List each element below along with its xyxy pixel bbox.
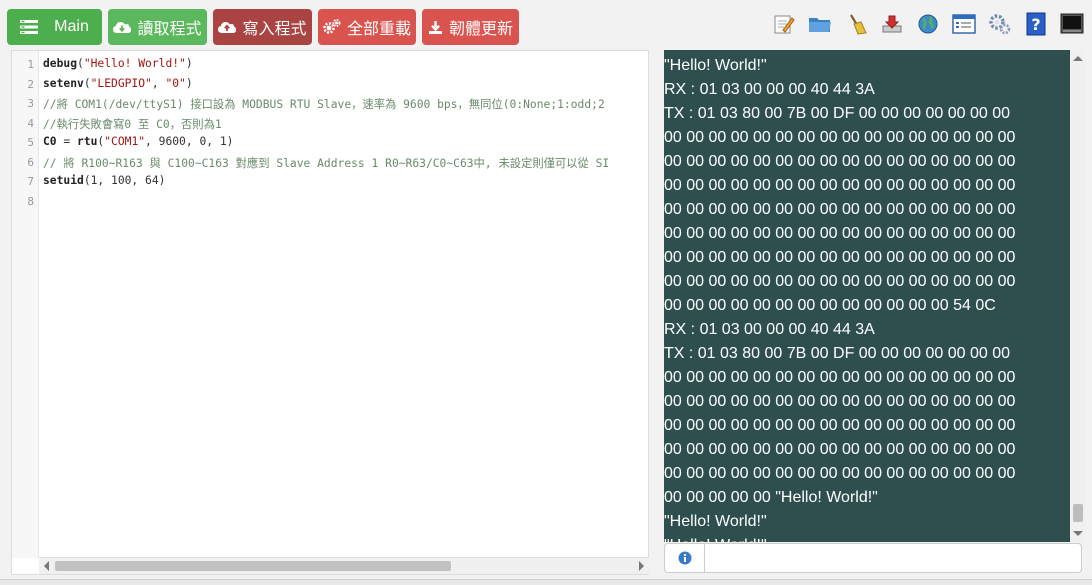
code-line[interactable]: setenv("LEDGPIO", "0") <box>43 77 193 90</box>
console-line: RX : 01 03 00 00 00 40 44 3A <box>664 321 875 338</box>
console-line: "Hello! World!" <box>664 513 767 530</box>
code-punct: = <box>56 135 78 148</box>
code-punct: (1, 100, 64) <box>83 174 166 187</box>
terminal-icon[interactable] <box>1060 12 1084 36</box>
line-number-gutter: 1 2 3 4 5 6 7 8 <box>12 51 39 558</box>
console-line: 00 00 00 00 00 00 00 00 00 00 00 00 00 0… <box>664 201 1016 218</box>
line-number: 6 <box>27 156 34 169</box>
code-comment[interactable]: // 將 R100~R163 與 C100~C163 對應到 Slave Add… <box>43 155 609 171</box>
code-punct: ( <box>83 77 91 90</box>
write-program-label: 寫入程式 <box>242 19 307 38</box>
firmware-update-button[interactable]: 韌體更新 <box>422 9 519 45</box>
line-number: 8 <box>27 195 34 208</box>
code-string: "LEDGPIO" <box>90 77 152 90</box>
code-comment[interactable]: //將 COM1(/dev/ttyS1) 接口設為 MODBUS RTU Sla… <box>43 96 605 112</box>
status-bar <box>0 579 1092 585</box>
code-punct: ( <box>77 57 84 70</box>
help-icon[interactable]: ? <box>1024 12 1048 36</box>
scroll-left-icon[interactable] <box>44 561 49 571</box>
main-menu-button[interactable]: Main <box>7 9 102 45</box>
code-punct: , <box>151 77 166 90</box>
toolbar: Main 讀取程式 寫入程式 全部重載 韌體更新 ? <box>0 0 1092 50</box>
console-line: 00 00 00 00 00 00 00 00 00 00 00 00 00 0… <box>664 273 1016 290</box>
vertical-scroll-thumb[interactable] <box>1073 504 1083 522</box>
code-punct: ) <box>185 57 193 70</box>
hamburger-icon <box>20 20 39 34</box>
read-program-button[interactable]: 讀取程式 <box>108 9 207 45</box>
horizontal-scrollbar[interactable] <box>39 557 649 574</box>
list-window-icon[interactable] <box>952 12 976 36</box>
console-line: 00 00 00 00 00 00 00 00 00 00 00 00 00 0… <box>664 249 1016 266</box>
globe-icon[interactable] <box>916 12 940 36</box>
code-editor[interactable]: 1 2 3 4 5 6 7 8 debug("Hello! World!") s… <box>11 50 649 575</box>
code-function: rtu <box>77 135 98 148</box>
console-line: 00 00 00 00 00 00 00 00 00 00 00 00 00 5… <box>664 297 996 314</box>
scroll-down-icon[interactable] <box>1073 531 1083 536</box>
download-icon <box>428 20 442 34</box>
code-function: setenv <box>43 77 84 90</box>
svg-text:?: ? <box>1031 15 1040 34</box>
info-icon <box>678 551 691 565</box>
gear-icon[interactable] <box>988 12 1012 36</box>
code-variable: C0 <box>43 135 57 148</box>
line-number: 1 <box>27 58 34 71</box>
console-line: 00 00 00 00 00 00 00 00 00 00 00 00 00 0… <box>664 369 1016 386</box>
read-program-label: 讀取程式 <box>137 19 202 38</box>
code-string: "Hello! World!" <box>83 57 186 70</box>
code-line[interactable]: debug("Hello! World!") <box>43 57 193 70</box>
console-line: 00 00 00 00 00 "Hello! World!" <box>664 489 878 506</box>
download-icon[interactable] <box>880 12 904 36</box>
console-line: 00 00 00 00 00 00 00 00 00 00 00 00 00 0… <box>664 393 1016 410</box>
output-console: "Hello! World!" RX : 01 03 00 00 00 40 44… <box>664 50 1070 542</box>
line-number: 7 <box>27 175 34 188</box>
main-menu-label: Main <box>54 18 89 35</box>
console-line: 00 00 00 00 00 00 00 00 00 00 00 00 00 0… <box>664 177 1016 194</box>
console-line: TX : 01 03 80 00 7B 00 DF 00 00 00 00 00… <box>664 345 1011 362</box>
line-number: 2 <box>27 78 34 91</box>
console-line: TX : 01 03 80 00 7B 00 DF 00 00 00 00 00… <box>664 105 1011 122</box>
scroll-up-icon[interactable] <box>1073 56 1083 61</box>
code-comment[interactable]: //執行失敗會寫0 至 C0，否則為1 <box>43 116 222 132</box>
code-function: setuid <box>43 174 84 187</box>
vertical-scrollbar[interactable] <box>1070 50 1086 542</box>
code-line[interactable]: C0 = rtu("COM1", 9600, 0, 1) <box>43 135 233 148</box>
info-button[interactable] <box>664 543 704 573</box>
code-punct: , 9600, 0, 1) <box>145 135 234 148</box>
cloud-download-icon <box>113 22 132 33</box>
console-line: 00 00 00 00 00 00 00 00 00 00 00 00 00 0… <box>664 129 1016 146</box>
console-line: 00 00 00 00 00 00 00 00 00 00 00 00 00 0… <box>664 225 1016 242</box>
console-line: "Hello! World!" <box>664 57 767 74</box>
reload-all-label: 全部重載 <box>346 19 411 38</box>
cloud-upload-icon <box>218 22 237 33</box>
code-area[interactable]: debug("Hello! World!") setenv("LEDGPIO",… <box>43 51 649 558</box>
reload-all-button[interactable]: 全部重載 <box>318 9 416 45</box>
cogs-icon <box>323 19 341 34</box>
console-line: 00 00 00 00 00 00 00 00 00 00 00 00 00 0… <box>664 441 1016 458</box>
broom-icon[interactable] <box>844 12 868 36</box>
console-line: 00 00 00 00 00 00 00 00 00 00 00 00 00 0… <box>664 153 1016 170</box>
command-input[interactable] <box>704 543 1082 573</box>
firmware-update-label: 韌體更新 <box>448 19 513 38</box>
scroll-right-icon[interactable] <box>639 561 644 571</box>
line-number: 5 <box>27 136 34 149</box>
code-string: "COM1" <box>104 135 146 148</box>
console-line: "Hello! World!" <box>664 537 767 542</box>
code-function: debug <box>43 57 78 70</box>
edit-icon[interactable] <box>772 12 796 36</box>
console-line: 00 00 00 00 00 00 00 00 00 00 00 00 00 0… <box>664 465 1016 482</box>
folder-icon[interactable] <box>808 12 832 36</box>
console-line: 00 00 00 00 00 00 00 00 00 00 00 00 00 0… <box>664 417 1016 434</box>
code-line[interactable]: setuid(1, 100, 64) <box>43 174 165 187</box>
line-number: 4 <box>27 117 34 130</box>
write-program-button[interactable]: 寫入程式 <box>213 9 312 45</box>
code-string: "0" <box>165 77 186 90</box>
horizontal-scroll-thumb[interactable] <box>55 561 451 571</box>
console-line: RX : 01 03 00 00 00 40 44 3A <box>664 81 875 98</box>
line-number: 3 <box>27 97 34 110</box>
code-punct: ) <box>185 77 193 90</box>
